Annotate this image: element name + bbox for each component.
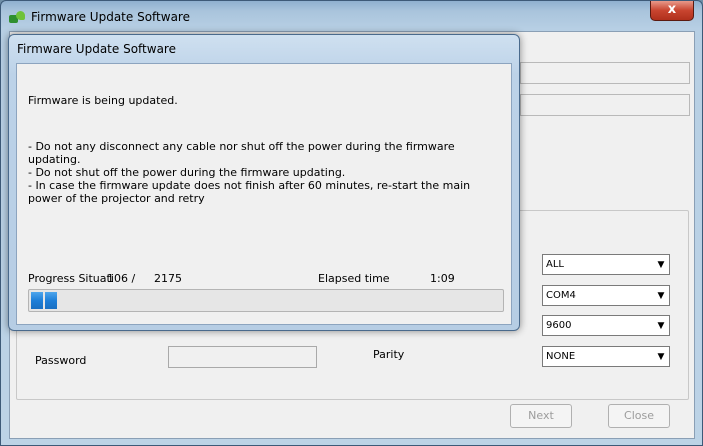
- elapsed-value: 1:09: [430, 272, 455, 285]
- progress-total: 2175: [154, 272, 182, 285]
- close-button[interactable]: Close: [608, 404, 670, 428]
- dialog-body: Firmware is being updated. - Do not any …: [16, 63, 512, 325]
- warning-line: - In case the firmware update does not f…: [28, 179, 474, 205]
- chevron-down-icon[interactable]: ▼: [653, 347, 669, 366]
- password-label: Password: [35, 354, 87, 367]
- progress-label: Progress Situati: [28, 272, 114, 285]
- combo-port[interactable]: COM4 ▼: [542, 285, 670, 306]
- elapsed-label: Elapsed time: [318, 272, 390, 285]
- next-button[interactable]: Next: [510, 404, 572, 428]
- progress-chunk: [45, 292, 57, 309]
- combo-parity[interactable]: NONE ▼: [542, 346, 670, 367]
- main-window-title: Firmware Update Software: [31, 10, 190, 24]
- progress-dialog: Firmware Update Software Firmware is bei…: [8, 34, 520, 331]
- main-title-bar: Firmware Update Software: [9, 7, 190, 27]
- progress-bar: [28, 289, 504, 312]
- top-field-2: [520, 94, 690, 116]
- status-message: Firmware is being updated.: [28, 94, 178, 107]
- top-field-1: [520, 62, 690, 84]
- combo-all-value: ALL: [546, 259, 564, 270]
- password-input[interactable]: [168, 346, 317, 368]
- combo-all[interactable]: ALL ▼: [542, 254, 670, 275]
- combo-port-value: COM4: [546, 290, 576, 301]
- chevron-down-icon[interactable]: ▼: [653, 255, 669, 274]
- combo-baud-value: 9600: [546, 320, 572, 331]
- app-icon: [9, 11, 25, 23]
- progress-current: 106 /: [107, 272, 136, 285]
- combo-baud[interactable]: 9600 ▼: [542, 315, 670, 336]
- warning-line: - Do not shut off the power during the f…: [28, 166, 346, 179]
- combo-parity-value: NONE: [546, 351, 576, 362]
- progress-chunk: [31, 292, 43, 309]
- chevron-down-icon[interactable]: ▼: [653, 286, 669, 305]
- dialog-title: Firmware Update Software: [17, 42, 176, 56]
- warning-line: - Do not any disconnect any cable nor sh…: [28, 140, 459, 166]
- chevron-down-icon[interactable]: ▼: [653, 316, 669, 335]
- warning-list: - Do not any disconnect any cable nor sh…: [28, 140, 503, 205]
- progress-bar-fill: [29, 290, 503, 311]
- window-close-button[interactable]: x: [650, 1, 694, 21]
- parity-label: Parity: [373, 348, 405, 361]
